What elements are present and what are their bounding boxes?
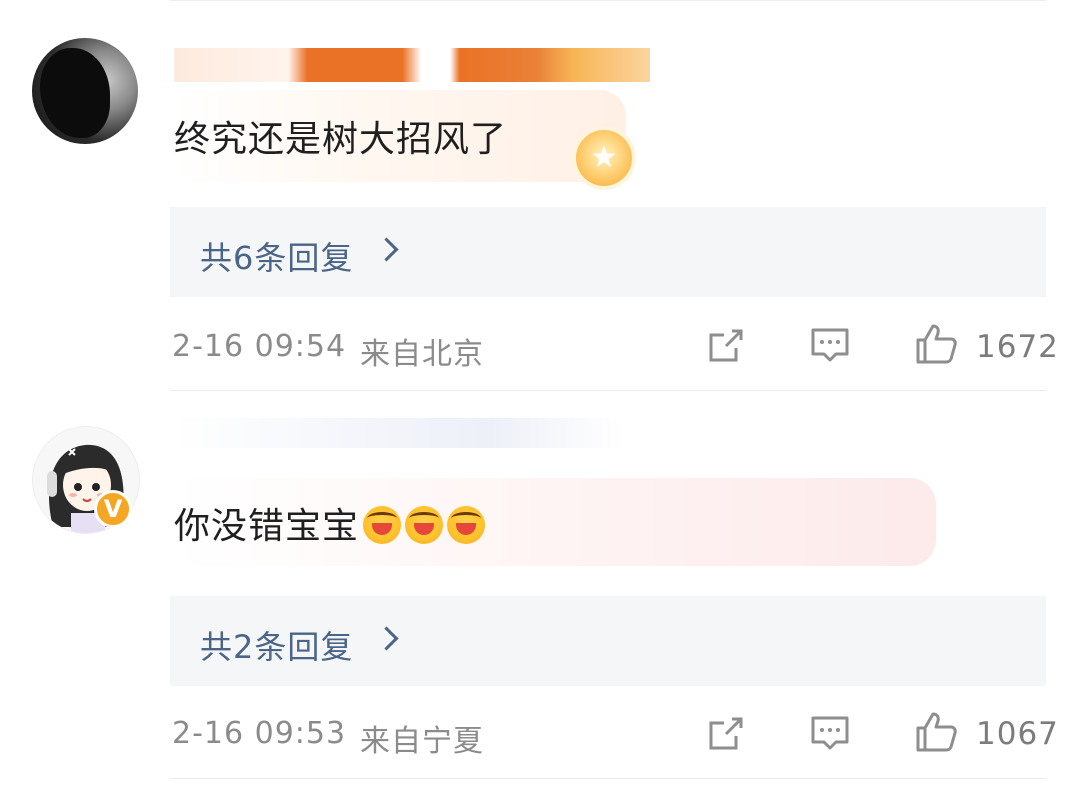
verified-badge-icon: V <box>94 490 132 528</box>
comment-text: 你没错宝宝 <box>174 497 486 549</box>
like-icon[interactable] <box>914 710 958 754</box>
comment-text: 终究还是树大招风了 <box>174 119 508 160</box>
comment-divider <box>170 390 1046 391</box>
chevron-right-icon <box>374 626 399 651</box>
top-divider <box>170 0 1046 1</box>
comment-text-content: 你没错宝宝 <box>174 506 360 547</box>
star-badge-icon: ★ <box>576 130 632 186</box>
bottom-divider <box>170 778 1046 779</box>
comment-location: 来自北京 <box>360 337 484 372</box>
share-icon[interactable] <box>706 714 746 754</box>
username-redacted[interactable] <box>174 418 624 448</box>
replies-label: 共2条回复 <box>200 628 354 666</box>
comment-timestamp: 2-16 09:53 <box>172 716 347 751</box>
comment-timestamp: 2-16 09:54 <box>172 329 347 364</box>
username-redacted[interactable] <box>174 48 650 82</box>
comment-icon[interactable] <box>810 326 850 366</box>
chevron-right-icon <box>374 237 399 262</box>
like-icon[interactable] <box>914 322 958 366</box>
replies-button[interactable]: 共2条回复 <box>170 596 1046 686</box>
replies-label: 共6条回复 <box>200 239 354 277</box>
share-icon[interactable] <box>706 326 746 366</box>
comment-location: 来自宁夏 <box>360 724 484 759</box>
hug-emoji-icon <box>405 506 444 544</box>
hug-emoji-icon <box>363 506 402 544</box>
like-count: 1067 <box>976 716 1059 752</box>
like-count: 1672 <box>976 329 1059 365</box>
replies-button[interactable]: 共6条回复 <box>170 207 1046 297</box>
comment-icon[interactable] <box>810 714 850 754</box>
avatar[interactable] <box>32 38 138 144</box>
hug-emoji-icon <box>447 506 486 544</box>
